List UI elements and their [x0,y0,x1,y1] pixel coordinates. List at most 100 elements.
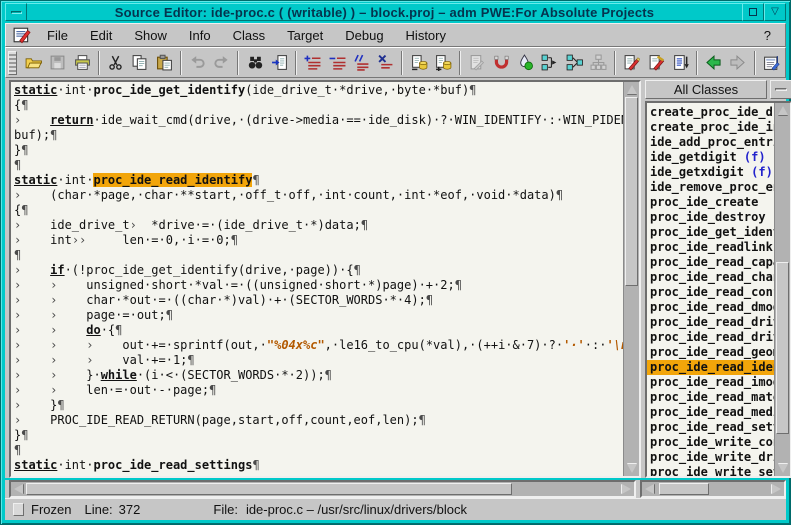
code-line[interactable]: › ide_drive_t› *drive·=·(ide_drive_t·*)d… [14,218,623,233]
code-line[interactable]: › if·(!proc_ide_get_identify(drive,·page… [14,263,623,278]
code-line[interactable]: › › › out·+=·sprintf(out,·"%04x%c",·le16… [14,338,623,353]
class-list-item[interactable]: proc_ide_read_settings [647,420,774,435]
class-list-item[interactable]: proc_ide_readlink [647,240,774,255]
toolbar-grip[interactable] [8,51,17,75]
code-line[interactable]: static·int·proc_ide_get_identify(ide_dri… [14,83,623,98]
code-line[interactable]: ¶ [14,248,623,263]
scroll-thumb[interactable] [625,97,638,286]
code-line[interactable]: › › page·=·out;¶ [14,308,623,323]
merge-tree-button[interactable] [562,51,585,75]
class-list-item[interactable]: create_proc_ide_interfaces [647,120,774,135]
code-line[interactable]: {¶ [14,203,623,218]
scroll-track[interactable] [26,482,619,496]
class-list-item[interactable]: ide_remove_proc_entries [647,180,774,195]
list-horizontal-scrollbar[interactable] [640,480,786,498]
hierarchy-button[interactable] [587,51,610,75]
class-list-item[interactable]: ide_getdigit (f) [647,150,774,165]
copy-button[interactable] [128,51,151,75]
shade-button[interactable]: ▽ [764,3,786,21]
class-list-item[interactable]: ide_getxdigit (f) [647,165,774,180]
scroll-right-button[interactable] [619,482,634,496]
uncomment-button[interactable] [374,51,397,75]
magnet-button[interactable] [489,51,512,75]
class-list-item[interactable]: proc_ide_read_channel [647,270,774,285]
scroll-track[interactable] [657,482,769,496]
code-line[interactable]: › return·ide_wait_cmd(drive,·(drive->med… [14,113,623,128]
scroll-down-button[interactable] [624,461,639,476]
history-back-button[interactable] [702,51,725,75]
edit-tools-button[interactable] [644,51,667,75]
class-list-item[interactable]: proc_ide_read_driver [647,315,774,330]
code-line[interactable]: › › char·*out·=·((char·*)val)·+·(SECTOR_… [14,293,623,308]
scroll-up-button[interactable] [775,103,790,118]
code-line[interactable]: › › do·{¶ [14,323,623,338]
code-line[interactable]: {¶ [14,98,623,113]
undo-button[interactable] [186,51,209,75]
code-line[interactable]: ¶ [14,443,623,458]
scroll-track[interactable] [624,97,639,461]
properties-button[interactable] [760,51,783,75]
menu-show[interactable]: Show [123,26,178,45]
scroll-down-button[interactable] [775,461,790,476]
frozen-toggle[interactable] [13,503,24,516]
code-line[interactable]: static·int·proc_ide_read_identify¶ [14,173,623,188]
save-file-button[interactable] [46,51,69,75]
edit-document-button[interactable] [465,51,488,75]
code-line[interactable]: ¶ [14,158,623,173]
class-list-item[interactable]: proc_ide_read_dmodel [647,300,774,315]
class-list-item[interactable]: proc_ide_read_mate [647,390,774,405]
scroll-up-button[interactable] [624,82,639,97]
menu-file[interactable]: File [36,26,79,45]
goto-line-button[interactable] [268,51,291,75]
class-list-item[interactable]: proc_ide_write_settings [647,465,774,476]
class-list-item[interactable]: proc_ide_write_driver [647,450,774,465]
class-list-item[interactable]: proc_ide_write_config [647,435,774,450]
paste-button[interactable] [152,51,175,75]
class-list-item[interactable]: proc_ide_read_config [647,285,774,300]
class-list[interactable]: create_proc_ide_drivescreate_proc_ide_in… [647,103,774,476]
editor-horizontal-scrollbar[interactable] [9,480,636,498]
code-line[interactable]: › int›› len·=·0,·i·=·0;¶ [14,233,623,248]
code-line[interactable]: › }¶ [14,398,623,413]
open-file-button[interactable] [22,51,45,75]
code-line[interactable]: › › len·=·out·-·page;¶ [14,383,623,398]
class-filter-dropdown[interactable]: All Classes [645,80,767,99]
annotate-document-button[interactable] [620,51,643,75]
class-list-item[interactable]: create_proc_ide_drives [647,105,774,120]
check-in-button[interactable] [432,51,455,75]
indent-button[interactable] [301,51,324,75]
find-button[interactable] [243,51,266,75]
class-list-item[interactable]: ide_add_proc_entries [647,135,774,150]
code-line[interactable]: › (char·*page,·char·**start,·off_t·off,·… [14,188,623,203]
class-list-item[interactable]: proc_ide_get_identify [647,225,774,240]
maximize-button[interactable] [742,3,764,21]
scroll-thumb[interactable] [659,483,708,495]
class-list-item[interactable]: proc_ide_read_geometry [647,345,774,360]
class-list-item[interactable]: proc_ide_destroy [647,210,774,225]
redo-button[interactable] [210,51,233,75]
print-button[interactable] [70,51,93,75]
code-area[interactable]: static·int·proc_ide_get_identify(ide_dri… [11,82,623,476]
menu-target[interactable]: Target [276,26,334,45]
class-list-item[interactable]: proc_ide_read_imodel [647,375,774,390]
insert-section-button[interactable] [669,51,692,75]
scroll-left-button[interactable] [642,482,657,496]
editor-vertical-scrollbar[interactable] [623,82,639,476]
history-forward-button[interactable] [726,51,749,75]
menu-class[interactable]: Class [222,26,277,45]
menu-info[interactable]: Info [178,26,222,45]
code-line[interactable]: › › }·while·(i·<·(SECTOR_WORDS·*·2));¶ [14,368,623,383]
code-line[interactable]: buf);¶ [14,128,623,143]
class-list-item[interactable]: proc_ide_read_capacity [647,255,774,270]
menu-history[interactable]: History [395,26,457,45]
expand-tree-button[interactable] [538,51,561,75]
scroll-right-button[interactable] [769,482,784,496]
code-line[interactable]: › PROC_IDE_READ_RETURN(page,start,off,co… [14,413,623,428]
code-line[interactable]: }¶ [14,143,623,158]
code-line[interactable]: static·int·proc_ide_read_settings¶ [14,458,623,473]
comment-button[interactable] [350,51,373,75]
list-vertical-scrollbar[interactable] [774,103,790,476]
class-list-item[interactable]: proc_ide_create [647,195,774,210]
unindent-button[interactable] [325,51,348,75]
cut-button[interactable] [104,51,127,75]
